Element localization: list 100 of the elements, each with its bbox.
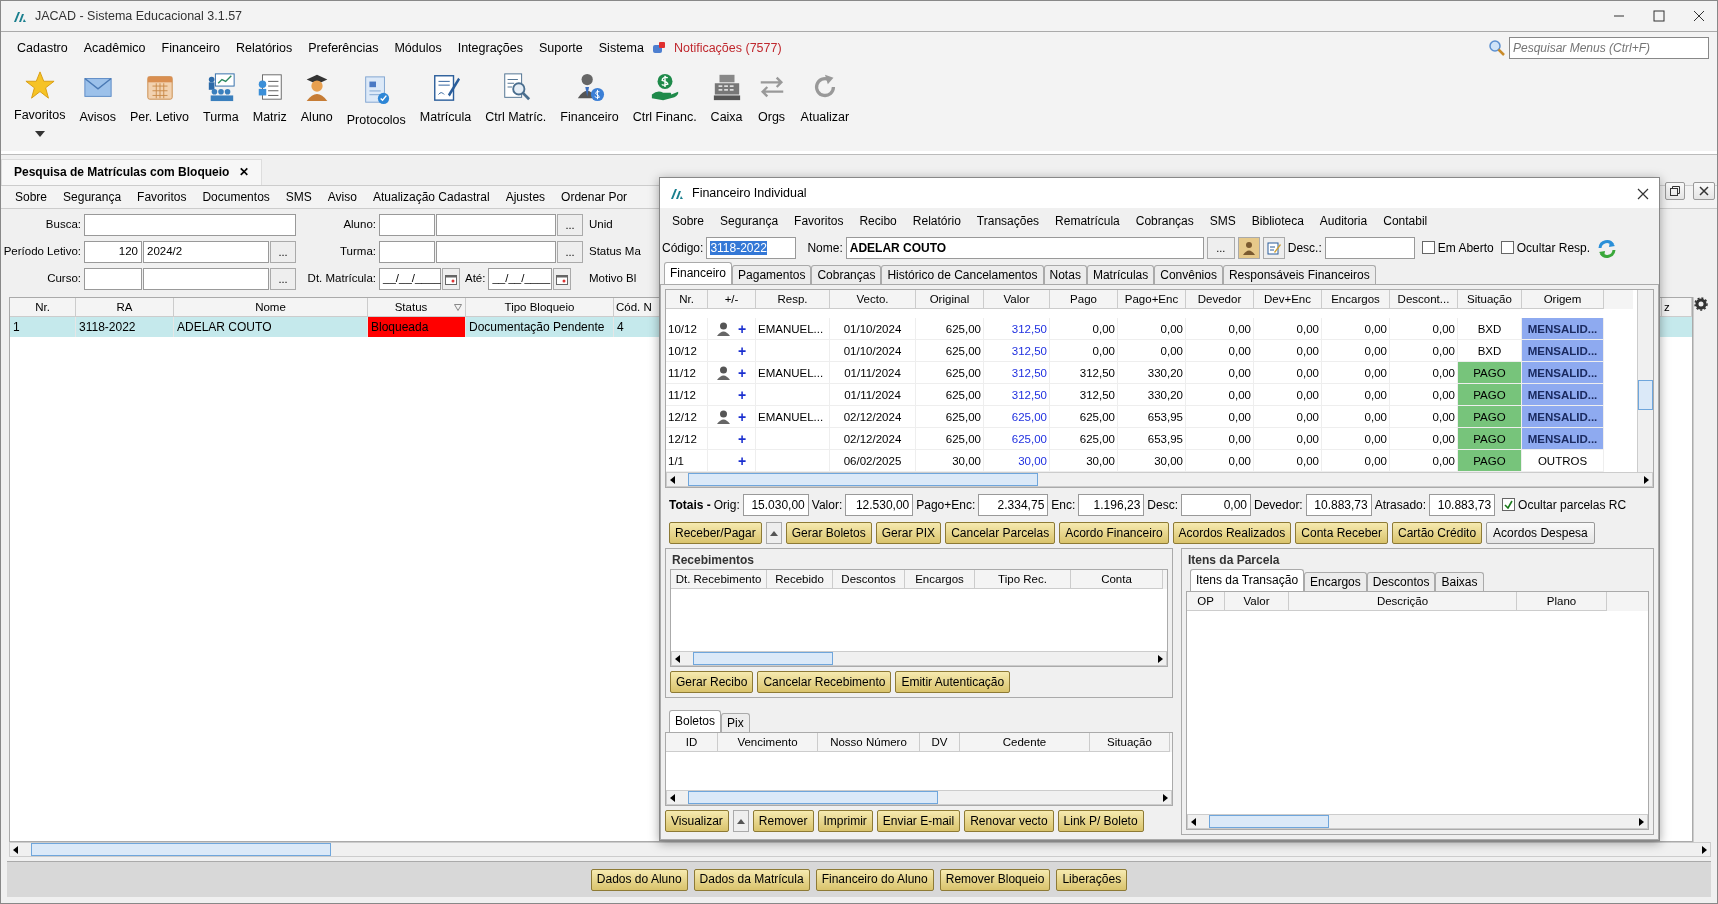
lookup-button[interactable]: ...: [270, 268, 296, 290]
vertical-scrollbar[interactable]: [1693, 297, 1709, 842]
tab[interactable]: Matrículas: [1086, 265, 1155, 284]
horizontal-scrollbar[interactable]: [1187, 814, 1648, 829]
calendar-button[interactable]: [553, 268, 572, 290]
menu-item[interactable]: Sistema: [590, 40, 652, 56]
expand-toggle[interactable]: +: [737, 362, 747, 383]
menu-item[interactable]: Biblioteca: [1243, 213, 1312, 229]
action-button[interactable]: Financeiro do Aluno: [815, 868, 934, 891]
horizontal-scrollbar[interactable]: [9, 842, 1711, 857]
text-field[interactable]: [143, 268, 269, 290]
restore-button[interactable]: [1665, 182, 1685, 200]
toolbar-button[interactable]: Financeiro: [553, 72, 626, 125]
action-button[interactable]: Gerar Recibo: [670, 671, 754, 694]
action-button[interactable]: Visualizar: [665, 810, 729, 833]
menu-item[interactable]: Aviso: [319, 189, 365, 205]
menu-item[interactable]: Rematrícula: [1047, 213, 1128, 229]
action-button[interactable]: Remover Bloqueio: [939, 868, 1051, 891]
toolbar-button[interactable]: Aluno: [293, 72, 340, 125]
date-field[interactable]: __/__/____: [488, 268, 553, 290]
toolbar-button[interactable]: Ctrl Matríc.: [478, 72, 554, 125]
menu-item[interactable]: Suporte: [531, 40, 591, 56]
tab[interactable]: Descontos: [1366, 572, 1436, 592]
action-button[interactable]: Receber/Pagar: [669, 522, 762, 544]
text-field[interactable]: [1324, 237, 1415, 259]
menu-item[interactable]: Favoritos: [129, 189, 195, 205]
menu-item[interactable]: Atualização Cadastral: [364, 189, 498, 205]
expand-toggle[interactable]: +: [737, 318, 747, 339]
code-field[interactable]: 120: [84, 241, 142, 263]
action-button[interactable]: Liberações: [1056, 868, 1128, 891]
toolbar-button[interactable]: Per. Letivo: [123, 72, 197, 125]
code-field[interactable]: [84, 268, 142, 290]
menu-item[interactable]: Sobre: [7, 189, 56, 205]
horizontal-scrollbar[interactable]: [666, 790, 1172, 806]
action-button[interactable]: Emitir Autenticação: [895, 671, 1011, 694]
action-button[interactable]: Link P/ Boleto: [1057, 810, 1144, 833]
tab[interactable]: Convênios: [1154, 265, 1223, 284]
action-button[interactable]: Acordos Realizados: [1172, 522, 1292, 544]
checkbox[interactable]: Ocultar parcelas RC: [1502, 497, 1627, 513]
menu-item[interactable]: Relatórios: [227, 40, 301, 56]
toolbar-button[interactable]: Avisos: [72, 72, 123, 125]
menu-item[interactable]: Financeiro: [153, 40, 228, 56]
action-button[interactable]: Dados da Matrícula: [693, 868, 810, 891]
tab[interactable]: Baixas: [1435, 572, 1484, 592]
tab[interactable]: Notas: [1043, 265, 1087, 284]
menu-item[interactable]: Relatório: [904, 213, 969, 229]
code-field[interactable]: 3118-2022: [706, 237, 797, 259]
tab[interactable]: Boletos: [669, 710, 722, 733]
tab[interactable]: Financeiro: [664, 262, 733, 284]
menu-item[interactable]: SMS: [277, 189, 320, 205]
close-button[interactable]: [1693, 182, 1715, 200]
tab[interactable]: Pix: [721, 713, 750, 733]
scroll-up-button[interactable]: [732, 810, 749, 833]
menu-item[interactable]: Auditoria: [1311, 213, 1376, 229]
action-button[interactable]: Gerar Boletos: [785, 522, 872, 544]
expand-toggle[interactable]: +: [737, 406, 747, 427]
action-button[interactable]: Imprimir: [817, 810, 873, 833]
menu-item[interactable]: Cobranças: [1127, 213, 1202, 229]
menu-item[interactable]: Segurança: [55, 189, 130, 205]
menu-item[interactable]: SMS: [1201, 213, 1244, 229]
close-tab-button[interactable]: ✕: [239, 165, 250, 180]
tab[interactable]: Histórico de Cancelamentos: [881, 265, 1044, 284]
action-button[interactable]: Cartão Crédito: [1392, 522, 1483, 544]
toolbar-button[interactable]: Atualizar: [793, 72, 857, 125]
tab[interactable]: Pagamentos: [732, 265, 812, 284]
text-field[interactable]: [436, 241, 556, 263]
expand-toggle[interactable]: +: [737, 428, 747, 449]
text-field[interactable]: 2024/2: [143, 241, 269, 263]
text-field[interactable]: [436, 214, 556, 236]
menu-item[interactable]: Cadastro: [9, 40, 76, 56]
vertical-scrollbar[interactable]: [1637, 290, 1653, 472]
menu-item[interactable]: Transações: [968, 213, 1048, 229]
tab[interactable]: Responsáveis Financeiros: [1222, 265, 1376, 284]
horizontal-scrollbar[interactable]: [671, 651, 1167, 667]
checkbox[interactable]: Ocultar Resp.: [1500, 240, 1591, 256]
toolbar-button[interactable]: Caixa: [703, 72, 750, 125]
toolbar-button[interactable]: Favoritos: [7, 70, 73, 137]
menu-item[interactable]: Acadêmico: [75, 40, 154, 56]
edit-button[interactable]: [1262, 237, 1285, 259]
toolbar-button[interactable]: Matrícula: [412, 72, 479, 125]
toolbar-button[interactable]: Turma: [196, 72, 246, 125]
menu-item[interactable]: Segurança: [712, 213, 787, 229]
lookup-button[interactable]: ...: [557, 214, 583, 236]
menu-item[interactable]: Módulos: [386, 40, 450, 56]
action-button[interactable]: Acordos Despesa: [1486, 522, 1595, 544]
menu-item[interactable]: Ordenar Por: [553, 189, 636, 205]
menu-item[interactable]: Favoritos: [786, 213, 852, 229]
text-field[interactable]: [84, 214, 296, 236]
expand-toggle[interactable]: +: [737, 384, 747, 405]
horizontal-scrollbar[interactable]: [666, 472, 1653, 487]
menu-item[interactable]: Recibo: [851, 213, 905, 229]
date-field[interactable]: __/__/____: [379, 268, 441, 290]
action-button[interactable]: Conta Receber: [1295, 522, 1388, 544]
expand-toggle[interactable]: +: [737, 450, 747, 471]
name-field[interactable]: ADELAR COUTO: [845, 237, 1204, 259]
calendar-button[interactable]: [442, 268, 460, 290]
document-tab[interactable]: Pesquisa de Matrículas com Bloqueio ✕: [1, 159, 263, 185]
action-button[interactable]: Gerar PIX: [875, 522, 942, 544]
tab[interactable]: Itens da Transação: [1190, 569, 1305, 592]
lookup-button[interactable]: ...: [557, 241, 583, 263]
